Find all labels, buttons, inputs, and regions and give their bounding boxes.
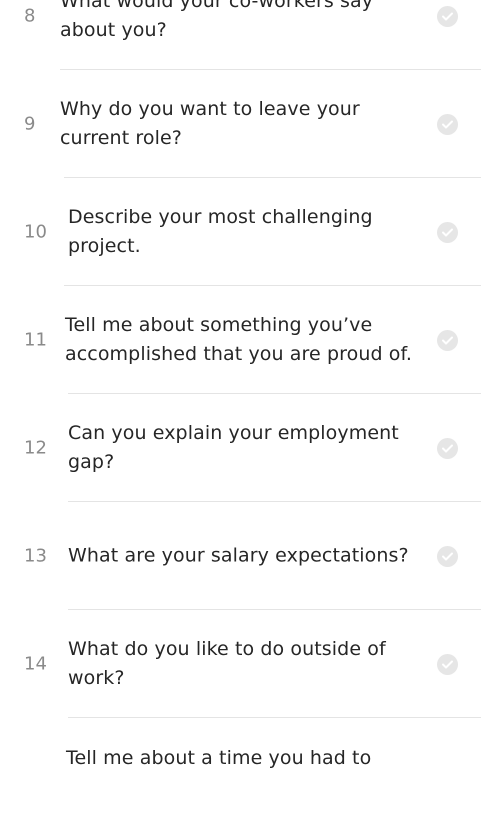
question-text: What would your co-workers say about you…: [60, 0, 374, 41]
question-row[interactable]: 12 Can you explain your employment gap?: [0, 394, 481, 502]
question-row[interactable]: 14 What do you like to do outside of wor…: [0, 610, 481, 718]
check-circle-icon[interactable]: [437, 437, 458, 459]
question-row[interactable]: 8 What would your co-workers say about y…: [0, 0, 481, 70]
check-circle-icon[interactable]: [437, 329, 458, 351]
question-number: 13: [24, 545, 47, 567]
question-text: Can you explain your employment gap?: [68, 422, 399, 473]
question-row[interactable]: 13 What are your salary expectations?: [0, 502, 481, 610]
question-number: 14: [24, 653, 47, 675]
check-circle-icon[interactable]: [437, 113, 458, 135]
question-text: What do you like to do outside of work?: [68, 638, 386, 689]
question-row[interactable]: 11 Tell me about something you’ve accomp…: [0, 286, 481, 394]
question-list: 8 What would your co-workers say about y…: [0, 0, 481, 826]
question-text: Why do you want to leave your current ro…: [60, 98, 360, 149]
check-circle-icon[interactable]: [437, 545, 458, 567]
question-row[interactable]: 10 Describe your most challenging projec…: [0, 178, 481, 286]
check-circle-icon[interactable]: [437, 653, 458, 675]
question-number: 11: [24, 329, 47, 351]
question-number: 8: [24, 5, 36, 27]
question-row[interactable]: Tell me about a time you had to: [0, 718, 481, 826]
question-row[interactable]: 9 Why do you want to leave your current …: [0, 70, 481, 178]
check-circle-icon[interactable]: [437, 221, 458, 243]
check-circle-icon[interactable]: [437, 5, 458, 27]
question-number: 9: [24, 113, 36, 135]
question-number: 12: [24, 437, 47, 459]
question-text: Tell me about a time you had to: [66, 747, 372, 769]
question-text: Tell me about something you’ve accomplis…: [65, 314, 413, 365]
question-text: What are your salary expectations?: [68, 544, 409, 567]
question-number: 10: [24, 221, 47, 243]
question-text: Describe your most challenging project.: [68, 206, 373, 257]
